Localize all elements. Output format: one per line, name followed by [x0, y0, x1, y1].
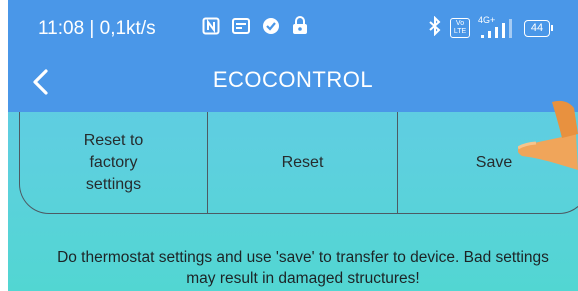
status-icons-left — [202, 16, 308, 40]
vpn-shield-icon — [262, 17, 280, 40]
save-label: Save — [475, 154, 513, 171]
reset-label: Reset — [281, 154, 324, 171]
warning-text: Do thermostat settings and use 'save' to… — [8, 247, 578, 289]
calendar-icon — [232, 17, 250, 39]
action-button-group: Reset to factory settings Reset Save — [19, 112, 578, 214]
pointing-hand-icon — [518, 100, 578, 170]
battery-icon: 44 — [524, 19, 553, 37]
warning-line2: may result in damaged structures! — [186, 270, 420, 287]
reset-button[interactable]: Reset — [208, 112, 398, 214]
factory-label-line3: settings — [85, 176, 142, 193]
app-screen: 11:08 | 0,1kt/s Vo LTE 4G+ 44 ECOCONTROL… — [8, 0, 578, 291]
factory-label-line1: Reset to — [83, 132, 144, 149]
warning-line1: Do thermostat settings and use 'save' to… — [57, 249, 549, 266]
volte-icon: Vo LTE — [450, 18, 470, 38]
signal-icon: 4G+ — [478, 15, 516, 39]
page-title: ECOCONTROL — [212, 67, 374, 92]
reset-factory-settings-button[interactable]: Reset to factory settings — [20, 112, 208, 214]
lock-icon — [292, 16, 308, 40]
top-bar: 11:08 | 0,1kt/s Vo LTE 4G+ 44 ECOCONTROL — [8, 0, 578, 112]
nfc-icon — [202, 17, 220, 40]
status-icons-right: Vo LTE 4G+ 44 — [428, 15, 553, 41]
factory-label-line2: factory — [89, 154, 138, 171]
status-time: 11:08 | 0,1kt/s — [38, 18, 156, 39]
bluetooth-icon — [428, 15, 442, 41]
